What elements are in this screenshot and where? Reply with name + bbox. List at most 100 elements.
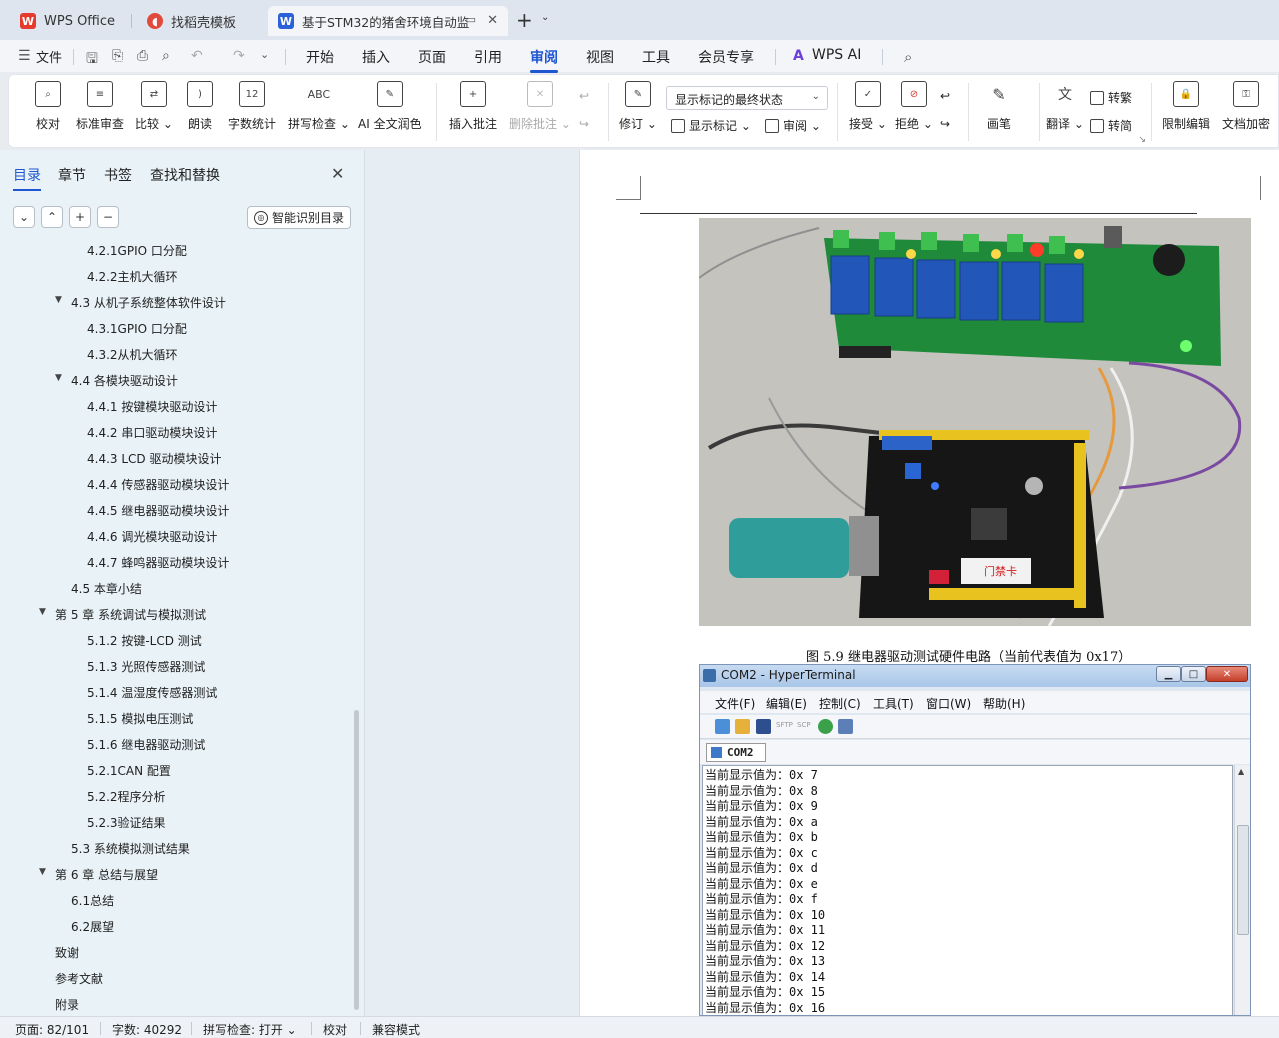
to-simplified-button[interactable]: 转简 (1090, 117, 1132, 134)
word-count[interactable]: 字数: 40292 (112, 1021, 182, 1038)
redo-icon[interactable]: ↷ (233, 48, 245, 64)
toc-item[interactable]: ▼ 第 5 章 系统调试与模拟测试 (39, 606, 206, 626)
more-chevron-icon[interactable]: ⌄ (260, 48, 269, 61)
add-level-button[interactable]: + (69, 206, 91, 228)
spell-check-button[interactable]: ABC 拼写检查 ⌄ (288, 81, 350, 132)
toc-item[interactable]: 4.4.6 调光模块驱动设计 (87, 528, 217, 548)
menu-references[interactable]: 引用 (474, 47, 502, 67)
menu-home[interactable]: 开始 (306, 47, 334, 67)
toc-item[interactable]: 6.2展望 (71, 918, 114, 938)
proofread-button[interactable]: ⌕ 校对 (35, 81, 61, 132)
close-icon[interactable]: ✕ (331, 164, 344, 183)
toc-item[interactable]: 参考文献 (55, 970, 103, 990)
toc-item[interactable]: 4.5 本章小结 (71, 580, 142, 600)
toc-item[interactable]: 5.2.3验证结果 (87, 814, 166, 834)
terminal-line: 当前显示值为：0x 8 (705, 783, 818, 798)
hamburger-icon[interactable]: ☰ (18, 48, 31, 64)
close-tab-icon[interactable]: ✕ (487, 13, 498, 28)
collapse-up-button[interactable]: ⌃ (41, 206, 63, 228)
toc-item[interactable]: 4.2.2主机大循环 (87, 268, 178, 288)
next-comment-icon[interactable]: ↪ (579, 117, 589, 131)
toc-scrollbar[interactable] (354, 710, 359, 1010)
menu-member[interactable]: 会员专享 (698, 47, 754, 67)
toc-item[interactable]: 5.1.5 模拟电压测试 (87, 710, 193, 730)
toc-item[interactable]: 4.3.2从机大循环 (87, 346, 178, 366)
pen-icon: ✎ (992, 84, 1006, 104)
toc-item[interactable]: 4.2.1GPIO 口分配 (87, 242, 187, 262)
compare-button[interactable]: ⇄ 比较 ⌄ (135, 81, 173, 132)
print-preview-icon[interactable]: ⌕ (162, 48, 170, 64)
spell-check-status[interactable]: 拼写检查: 打开 ⌄ (203, 1021, 297, 1038)
menu-insert[interactable]: 插入 (362, 47, 390, 67)
markup-mode-select[interactable]: 显示标记的最终状态 ⌄ (666, 86, 828, 110)
search-icon[interactable]: ⌕ (904, 48, 912, 66)
monitor-icon[interactable]: ▭ (466, 13, 476, 26)
next-change-icon[interactable]: ↪ (940, 117, 950, 131)
tab-docer[interactable]: ◖ 找稻壳模板 (137, 6, 263, 36)
word-count-button[interactable]: 12 字数统计 (228, 81, 276, 132)
toc-item[interactable]: 6.1总结 (71, 892, 114, 912)
undo-icon[interactable]: ↶ (191, 48, 203, 64)
translate-button[interactable]: 文翻译 ⌄ (1046, 81, 1084, 132)
toc-item[interactable]: 5.2.1CAN 配置 (87, 762, 171, 782)
menu-wps-ai[interactable]: WPS AI (812, 47, 861, 63)
toc-item[interactable]: 5.2.2程序分析 (87, 788, 166, 808)
new-tab-icon[interactable]: + (516, 8, 533, 32)
toc-item[interactable]: 5.1.4 温湿度传感器测试 (87, 684, 217, 704)
toc-item[interactable]: 4.4.5 继电器驱动模块设计 (87, 502, 229, 522)
tab-chapters[interactable]: 章节 (58, 165, 86, 185)
toc-item[interactable]: 5.1.3 光照传感器测试 (87, 658, 205, 678)
toc-item[interactable]: 5.1.6 继电器驱动测试 (87, 736, 205, 756)
tab-toc[interactable]: 目录 (13, 165, 41, 191)
delete-comment-button[interactable]: ✕ 删除批注 ⌄ (509, 81, 571, 132)
toc-item[interactable]: 5.1.2 按键-LCD 测试 (87, 632, 202, 652)
prev-comment-icon[interactable]: ↩ (579, 89, 589, 103)
toc-item[interactable]: ▼ 4.4 各模块驱动设计 (55, 372, 178, 392)
reject-button[interactable]: ⊘ 拒绝 ⌄ (895, 81, 933, 132)
export-pdf-icon[interactable]: ⎘ (112, 48, 123, 64)
insert-comment-button[interactable]: + 插入批注 (449, 81, 497, 132)
tab-find-replace[interactable]: 查找和替换 (150, 165, 220, 185)
remove-level-button[interactable]: − (97, 206, 119, 228)
menu-view[interactable]: 视图 (586, 47, 614, 67)
dialog-launcher-icon[interactable]: ↘ (1138, 135, 1146, 145)
proofread-status[interactable]: 校对 (323, 1021, 347, 1038)
menu-tools[interactable]: 工具 (642, 47, 670, 67)
toc-item[interactable]: 5.3 系统模拟测试结果 (71, 840, 190, 860)
ink-button[interactable]: ✎ 画笔 (986, 81, 1012, 132)
prev-change-icon[interactable]: ↩ (940, 89, 950, 103)
menu-review[interactable]: 审阅 (530, 47, 558, 73)
toc-item[interactable]: ▼ 第 6 章 总结与展望 (39, 866, 158, 886)
read-aloud-button[interactable]: ) 朗读 (187, 81, 213, 132)
toc-item[interactable]: 4.4.4 传感器驱动模块设计 (87, 476, 229, 496)
toc-item[interactable]: 4.4.1 按键模块驱动设计 (87, 398, 217, 418)
expand-down-button[interactable]: ⌄ (13, 206, 35, 228)
track-changes-button[interactable]: ✎ 修订 ⌄ (619, 81, 657, 132)
tab-bookmarks[interactable]: 书签 (104, 165, 132, 185)
toc-item[interactable]: 附录 (55, 996, 79, 1016)
toc-item[interactable]: 4.4.7 蜂鸣器驱动模块设计 (87, 554, 229, 574)
page-indicator[interactable]: 页面: 82/101 (15, 1021, 89, 1038)
menu-file[interactable]: 文件 (36, 47, 62, 66)
toc-item[interactable]: 4.4.3 LCD 驱动模块设计 (87, 450, 221, 470)
to-traditional-button[interactable]: 转繁 (1090, 89, 1132, 106)
toc-item[interactable]: 4.3.1GPIO 口分配 (87, 320, 187, 340)
toc-item[interactable]: 致谢 (55, 944, 79, 964)
hyperterminal-icon (703, 669, 716, 682)
restrict-editing-button[interactable]: 🔒 限制编辑 (1162, 81, 1210, 132)
chevron-down-icon[interactable]: ⌄ (541, 12, 549, 23)
ai-proofread-button[interactable]: ✎ AI 全文润色 (358, 81, 422, 132)
accept-button[interactable]: ✓ 接受 ⌄ (849, 81, 887, 132)
smart-toc-button[interactable]: ◎ 智能识别目录 (247, 206, 351, 229)
encrypt-doc-button[interactable]: ⚿ 文档加密 (1222, 81, 1270, 132)
standard-review-button[interactable]: ≡ 标准审查 (76, 81, 124, 132)
print-icon[interactable]: ⎙ (137, 48, 148, 64)
review-pane-button[interactable]: 审阅 ⌄ (765, 117, 821, 134)
tab-wps-office[interactable]: W WPS Office (10, 6, 126, 36)
toc-item[interactable]: ▼ 4.3 从机子系统整体软件设计 (55, 294, 226, 314)
toc-item[interactable]: 4.4.2 串口驱动模块设计 (87, 424, 217, 444)
show-markup-button[interactable]: 显示标记 ⌄ (671, 117, 751, 134)
tab-document[interactable]: W 基于STM32的猪舍环境自动监 ▭ ✕ (268, 6, 508, 36)
menu-page[interactable]: 页面 (418, 47, 446, 67)
save-icon[interactable]: 🖫 (86, 48, 98, 72)
